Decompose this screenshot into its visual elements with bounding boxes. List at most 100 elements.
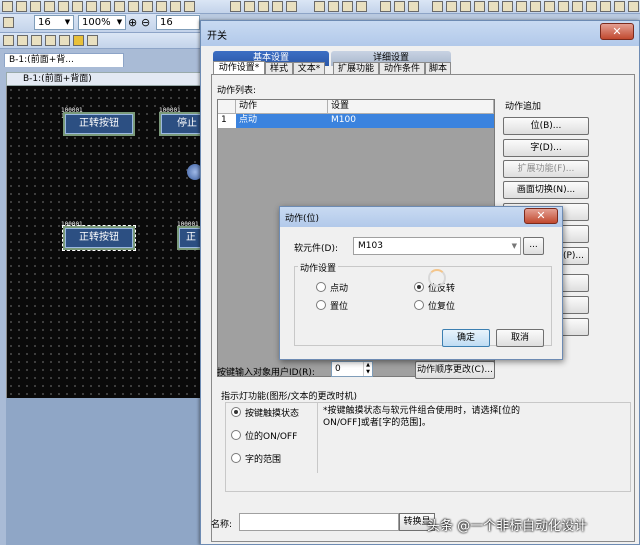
add-extension-button[interactable]: 扩展功能(F)... — [503, 160, 589, 178]
screen-switch-button[interactable]: 画面切换(N)... — [503, 181, 589, 199]
tool-icon[interactable] — [488, 1, 499, 12]
watermark: 头条 @一个非标自动化设计 — [427, 519, 588, 534]
tool-icon[interactable] — [328, 1, 339, 12]
tool-icon[interactable] — [628, 1, 639, 12]
tool-icon[interactable] — [558, 1, 569, 12]
pointer-icon[interactable] — [3, 17, 14, 28]
cancel-button[interactable]: 取消 — [496, 329, 544, 347]
tool-icon[interactable] — [184, 1, 195, 12]
device-value: M103 — [358, 241, 383, 251]
spinner-icon[interactable]: ▲ ▼ — [363, 362, 372, 376]
radio-icon — [231, 407, 241, 417]
tool-icon[interactable] — [142, 1, 153, 12]
font-size-combo[interactable]: 16 ▼ — [34, 15, 74, 30]
action-order-change-button[interactable]: 动作顺序更改(C)... — [415, 361, 495, 379]
radio-icon — [231, 430, 241, 440]
divider — [317, 403, 318, 473]
tool-icon[interactable] — [44, 1, 55, 12]
close-button[interactable]: ✕ — [600, 23, 634, 40]
tool-icon[interactable] — [408, 1, 419, 12]
tool-icon[interactable] — [342, 1, 353, 12]
radio-icon — [316, 300, 326, 310]
tool-icon[interactable] — [100, 1, 111, 12]
tool-icon[interactable] — [86, 1, 97, 12]
column-header-setting[interactable]: 设置 — [328, 100, 494, 114]
tool-icon[interactable] — [2, 1, 13, 12]
indicator-option-label: 按键触摸状态 — [245, 409, 300, 419]
tool-icon[interactable] — [73, 35, 84, 46]
draw-toolbar — [0, 33, 200, 49]
tool-icon[interactable] — [272, 1, 283, 12]
zoom-combo[interactable]: 100% ▼ — [78, 15, 126, 30]
tool-icon[interactable] — [258, 1, 269, 12]
add-bit-button[interactable]: 位(B)... — [503, 117, 589, 135]
tool-icon[interactable] — [314, 1, 325, 12]
tool-icon[interactable] — [544, 1, 555, 12]
tool-icon[interactable] — [474, 1, 485, 12]
tool-icon[interactable] — [460, 1, 471, 12]
row-action: 点动 — [236, 114, 328, 128]
tool-icon[interactable] — [614, 1, 625, 12]
hmi-stop-button[interactable]: 停止按 — [159, 112, 205, 136]
tool-icon[interactable] — [16, 1, 27, 12]
tool-icon[interactable] — [45, 35, 56, 46]
hmi-forward-button[interactable]: 正转按钮 — [63, 112, 135, 136]
tool-icon[interactable] — [530, 1, 541, 12]
action-bit-dialog: 动作(位) ✕ 软元件(D): M103 ▼ ... 动作设置 点动 置位 位反… — [279, 206, 563, 360]
tool-icon[interactable] — [30, 1, 41, 12]
tool-icon[interactable] — [72, 1, 83, 12]
chevron-down-icon: ▼ — [116, 18, 123, 26]
loading-spinner-icon — [428, 269, 446, 287]
tool-icon[interactable] — [128, 1, 139, 12]
close-icon: ✕ — [612, 25, 622, 38]
screen-tab[interactable]: B-1:(前面+背... — [4, 53, 124, 67]
action-settings-label: 动作设置 — [298, 261, 339, 274]
tool-icon[interactable] — [87, 35, 98, 46]
option-label: 点动 — [330, 284, 349, 294]
add-word-button[interactable]: 字(D)... — [503, 139, 589, 157]
browse-button[interactable]: ... — [523, 237, 544, 255]
radio-icon — [414, 282, 424, 292]
tool-icon[interactable] — [394, 1, 405, 12]
tool-icon[interactable] — [572, 1, 583, 12]
indicator-option-label: 位的ON/OFF — [245, 432, 298, 442]
hmi-forward-button-2[interactable]: 正转按钮 — [62, 225, 136, 251]
device-combo[interactable]: M103 ▼ — [353, 237, 521, 255]
font-size-combo-2[interactable]: 16 — [156, 15, 200, 30]
tool-icon[interactable] — [502, 1, 513, 12]
device-label: 软元件(D): — [294, 244, 338, 254]
indicator-option-label: 字的范围 — [245, 455, 282, 465]
tool-icon[interactable] — [156, 1, 167, 12]
tool-icon[interactable] — [17, 35, 28, 46]
tool-icon[interactable] — [356, 1, 367, 12]
tool-icon[interactable] — [230, 1, 241, 12]
tool-icon[interactable] — [58, 1, 69, 12]
tool-icon[interactable] — [446, 1, 457, 12]
close-icon: ✕ — [536, 209, 546, 222]
indicator-note: *按键触摸状态与软元件组合使用时，请选择[位的ON/OFF]或者[字的范围]。 — [323, 406, 521, 428]
name-field[interactable] — [239, 513, 399, 531]
tool-icon[interactable] — [586, 1, 597, 12]
zoom-in-icon[interactable]: ⊕ — [128, 16, 137, 29]
zoom-out-icon[interactable]: ⊖ — [141, 16, 150, 29]
tool-icon[interactable] — [516, 1, 527, 12]
tool-icon[interactable] — [600, 1, 611, 12]
tool-icon[interactable] — [286, 1, 297, 12]
table-row[interactable]: 1 点动 M100 — [218, 114, 494, 128]
tool-icon[interactable] — [59, 35, 70, 46]
close-button[interactable]: ✕ — [524, 208, 558, 224]
column-header-action[interactable]: 动作 — [236, 100, 328, 114]
tool-icon[interactable] — [380, 1, 391, 12]
tool-icon[interactable] — [114, 1, 125, 12]
tool-icon[interactable] — [170, 1, 181, 12]
tool-icon[interactable] — [31, 35, 42, 46]
screen-canvas[interactable]: 100001 100 正转按钮 100001 停止按 100001 正转按钮 1… — [6, 86, 205, 398]
option-label: 置位 — [330, 302, 349, 312]
tool-icon[interactable] — [244, 1, 255, 12]
radio-icon — [414, 300, 424, 310]
dialog-titlebar[interactable]: 动作(位) ✕ — [280, 207, 562, 227]
dialog-titlebar[interactable]: 开关 ✕ — [201, 21, 639, 46]
confirm-button[interactable]: 确定 — [442, 329, 490, 347]
tool-icon[interactable] — [432, 1, 443, 12]
tool-icon[interactable] — [3, 35, 14, 46]
